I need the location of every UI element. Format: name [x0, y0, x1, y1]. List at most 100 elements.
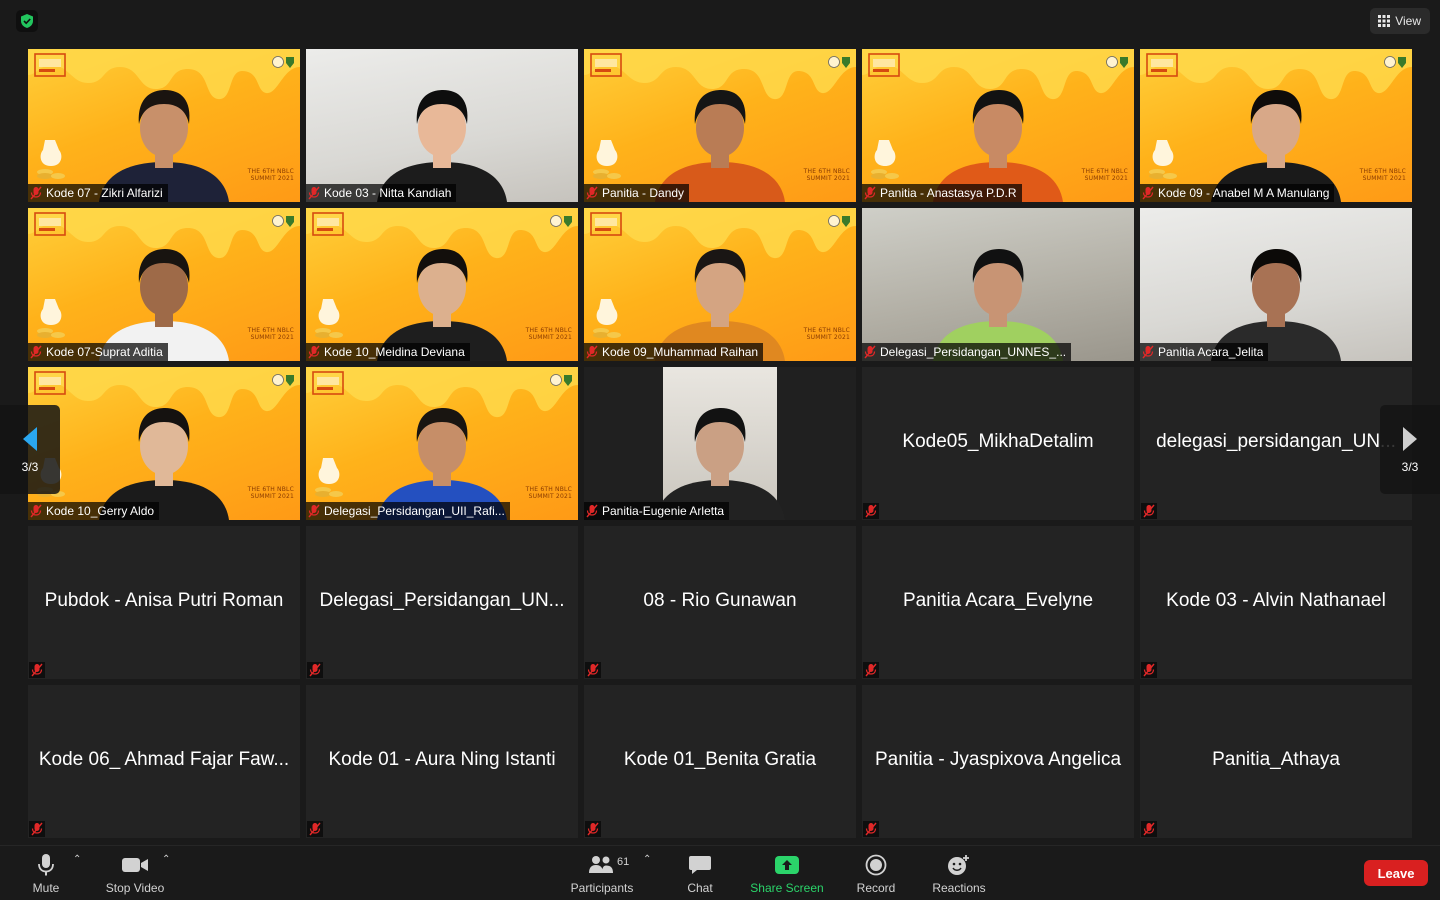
event-logo-icon	[312, 212, 344, 236]
participant-name-tile[interactable]: Kode 06_ Ahmad Fajar Faw...	[28, 685, 300, 838]
participant-video-tile[interactable]: Panitia Acara_Jelita	[1140, 208, 1412, 361]
microphone-muted-icon	[307, 662, 323, 678]
participant-video-tile[interactable]: THE 6TH NBLC SUMMIT 2021 Kode 09 - Anabel …	[1140, 49, 1412, 202]
summit-watermark: THE 6TH NBLC SUMMIT 2021	[247, 168, 294, 182]
participant-video-tile[interactable]: THE 6TH NBLC SUMMIT 2021 Kode 09_Muhammad …	[584, 208, 856, 361]
video-options-caret-icon[interactable]: ⌃	[162, 854, 170, 865]
participant-name: Panitia Acara_Jelita	[1158, 345, 1264, 359]
share-screen-icon	[775, 856, 799, 874]
security-shield-icon[interactable]	[16, 10, 38, 32]
participant-display-name: delegasi_persidangan_UN...	[1156, 431, 1396, 452]
participant-video-tile[interactable]: THE 6TH NBLC SUMMIT 2021 Kode 07-Suprat Ad…	[28, 208, 300, 361]
participant-video-tile[interactable]: Delegasi_Persidangan_UNNES_...	[862, 208, 1134, 361]
participant-display-name: Panitia - Jyaspixova Angelica	[874, 749, 1122, 770]
participant-name: Panitia - Dandy	[602, 186, 685, 200]
participants-label: Participants	[570, 881, 634, 895]
grid-view-icon	[1378, 15, 1391, 27]
participant-name: Kode 10_Gerry Aldo	[46, 504, 155, 518]
coin-stack-graphic	[37, 299, 65, 338]
microphone-muted-icon	[586, 186, 598, 200]
participant-name-tile[interactable]: Panitia - Jyaspixova Angelica	[862, 685, 1134, 838]
microphone-muted-icon	[29, 821, 45, 837]
participant-video-tile[interactable]: Panitia-Eugenie Arletta	[584, 367, 856, 520]
summit-watermark: THE 6TH NBLC SUMMIT 2021	[525, 327, 572, 341]
participant-name-label: Kode 03 - Nitta Kandiah	[306, 184, 457, 202]
participants-options-caret-icon[interactable]: ⌃	[643, 854, 651, 865]
participant-display-name: Pubdok - Anisa Putri Roman	[44, 590, 284, 611]
participants-button[interactable]: 61 Participants	[566, 852, 638, 895]
participants-count: 61	[617, 856, 630, 868]
coin-stack-graphic	[871, 140, 899, 179]
participant-name-tile[interactable]: Pubdok - Anisa Putri Roman	[28, 526, 300, 679]
participant-name-label: Kode 07 - Zikri Alfarizi	[28, 184, 168, 202]
coin-stack-graphic	[593, 299, 621, 338]
participant-name-tile[interactable]: Kode05_MikhaDetalim	[862, 367, 1134, 520]
summit-watermark: THE 6TH NBLC SUMMIT 2021	[247, 327, 294, 341]
microphone-muted-icon	[1141, 662, 1157, 678]
share-screen-button[interactable]: Share Screen	[746, 852, 828, 895]
summit-watermark: THE 6TH NBLC SUMMIT 2021	[525, 486, 572, 500]
reactions-label: Reactions	[932, 881, 986, 895]
participant-name: Delegasi_Persidangan_UNNES_...	[880, 345, 1067, 359]
page-indicator-left: 3/3	[21, 459, 39, 474]
participant-display-name: Delegasi_Persidangan_UN...	[319, 590, 565, 611]
participant-name: Kode 07-Suprat Aditia	[46, 345, 163, 359]
previous-page-button[interactable]: 3/3	[0, 405, 60, 494]
participant-name-tile[interactable]: Kode 01_Benita Gratia	[584, 685, 856, 838]
participant-video-tile[interactable]: Kode 03 - Nitta Kandiah	[306, 49, 578, 202]
audio-options-caret-icon[interactable]: ⌃	[73, 854, 81, 865]
participant-video-tile[interactable]: THE 6TH NBLC SUMMIT 2021 Panitia - Dandy	[584, 49, 856, 202]
event-logo-icon	[312, 371, 344, 395]
participant-video-tile[interactable]: THE 6TH NBLC SUMMIT 2021 Kode 10_Gerry Ald…	[28, 367, 300, 520]
microphone-muted-icon	[308, 186, 320, 200]
participant-name: Delegasi_Persidangan_UII_Rafi...	[324, 504, 505, 518]
sponsor-badges-icon	[550, 215, 572, 227]
microphone-muted-icon	[30, 504, 42, 518]
reactions-smiley-icon	[948, 855, 969, 875]
event-logo-icon	[868, 53, 900, 77]
participant-name-label: Delegasi_Persidangan_UNNES_...	[862, 343, 1072, 361]
participant-name-label: Panitia-Eugenie Arletta	[584, 502, 730, 520]
page-indicator-right: 3/3	[1401, 459, 1419, 474]
share-screen-label: Share Screen	[750, 881, 824, 895]
event-logo-icon	[34, 212, 66, 236]
participant-name-label: Panitia - Anastasya P.D.R	[862, 184, 1022, 202]
participant-name: Kode 10_Meidina Deviana	[324, 345, 465, 359]
participant-video-tile[interactable]: THE 6TH NBLC SUMMIT 2021 Panitia - Anastas…	[862, 49, 1134, 202]
sponsor-badges-icon	[550, 374, 572, 386]
next-page-button[interactable]: 3/3	[1380, 405, 1440, 494]
microphone-muted-icon	[29, 662, 45, 678]
microphone-muted-icon	[1142, 345, 1154, 359]
stop-video-label: Stop Video	[105, 881, 165, 895]
chat-button[interactable]: Chat	[680, 852, 720, 895]
participant-name-tile[interactable]: Kode 03 - Alvin Nathanael	[1140, 526, 1412, 679]
participant-name-label: Delegasi_Persidangan_UII_Rafi...	[306, 502, 510, 520]
microphone-muted-icon	[1141, 821, 1157, 837]
participant-video-tile[interactable]: THE 6TH NBLC SUMMIT 2021 Delegasi_Persidan…	[306, 367, 578, 520]
participant-name: Panitia - Anastasya P.D.R	[880, 186, 1017, 200]
arrow-left-icon	[23, 426, 37, 451]
summit-watermark: THE 6TH NBLC SUMMIT 2021	[803, 168, 850, 182]
stop-video-button[interactable]: Stop Video	[100, 852, 170, 895]
participant-name-tile[interactable]: Panitia Acara_Evelyne	[862, 526, 1134, 679]
record-button[interactable]: Record	[852, 852, 900, 895]
participant-display-name: Panitia_Athaya	[1212, 749, 1340, 770]
participant-name-tile[interactable]: delegasi_persidangan_UN...	[1140, 367, 1412, 520]
microphone-muted-icon	[586, 345, 598, 359]
participant-name-label: Kode 09_Muhammad Raihan	[584, 343, 764, 361]
mute-button[interactable]: Mute	[24, 852, 68, 895]
coin-stack-graphic	[593, 140, 621, 179]
microphone-icon	[38, 854, 54, 876]
view-button[interactable]: View	[1370, 8, 1430, 34]
participant-name-tile[interactable]: Panitia_Athaya	[1140, 685, 1412, 838]
participant-name-tile[interactable]: 08 - Rio Gunawan	[584, 526, 856, 679]
participant-name-tile[interactable]: Kode 01 - Aura Ning Istanti	[306, 685, 578, 838]
participant-video-tile[interactable]: THE 6TH NBLC SUMMIT 2021 Kode 07 - Zikri A…	[28, 49, 300, 202]
participant-video-tile[interactable]: THE 6TH NBLC SUMMIT 2021 Kode 10_Meidina D…	[306, 208, 578, 361]
participant-name-tile[interactable]: Delegasi_Persidangan_UN...	[306, 526, 578, 679]
leave-button[interactable]: Leave	[1364, 860, 1428, 886]
record-icon	[865, 854, 887, 876]
sponsor-badges-icon	[828, 56, 850, 68]
microphone-muted-icon	[30, 186, 42, 200]
reactions-button[interactable]: Reactions	[928, 852, 990, 895]
